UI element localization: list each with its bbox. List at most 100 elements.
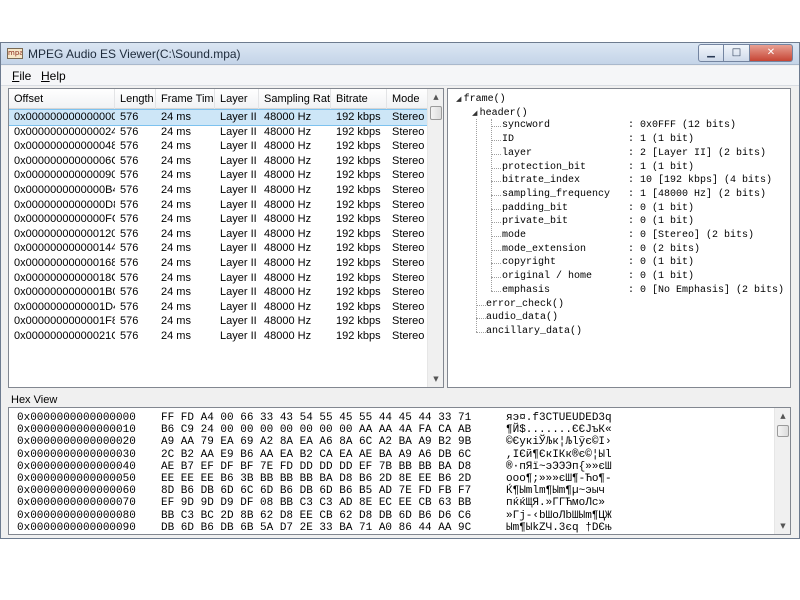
cell-length: 576 xyxy=(120,330,139,342)
tree-node-field[interactable]: ID: 1 (1 bit) xyxy=(502,133,694,147)
minimize-button[interactable]: ▁ xyxy=(698,44,724,62)
tree-node-ancillary-data[interactable]: ancillary_data() xyxy=(486,325,582,339)
frame-row[interactable]: 0x0000000000001680 576 24 ms Layer II 48000 … xyxy=(9,256,429,271)
frame-row[interactable]: 0x0000000000001B00 576 24 ms Layer II 48000 … xyxy=(9,285,429,300)
tree-field-value: : 1 (1 bit) xyxy=(628,134,695,146)
frame-row[interactable]: 0x0000000000001F80 576 24 ms Layer II 48000 … xyxy=(9,314,429,329)
frame-row[interactable]: 0x0000000000000480 576 24 ms Layer II 48000 … xyxy=(9,139,429,154)
tree-node-frame[interactable]: ◢ frame() xyxy=(456,92,506,106)
syntax-tree[interactable]: ◢ frame() ◢ header() syncword: 0x0FFF (12 … xyxy=(447,88,791,388)
tree-connector-line xyxy=(491,119,492,291)
frame-row[interactable]: 0x0000000000000D80 576 24 ms Layer II 48000 … xyxy=(9,198,429,213)
cell-mode: Stereo xyxy=(392,315,425,328)
tree-node-audio-data-label: audio_data() xyxy=(486,312,559,324)
cell-offset: 0x0000000000001200 xyxy=(14,227,115,240)
tree-node-field[interactable]: copyright: 0 (1 bit) xyxy=(502,256,694,270)
tree-connector xyxy=(491,126,501,128)
cell-layer: Layer II xyxy=(220,154,257,167)
cell-layer: Layer II xyxy=(220,257,257,269)
title-bar[interactable]: mpa MPEG Audio ES Viewer(C:\Sound.mpa) ▁… xyxy=(1,43,799,65)
tree-node-header[interactable]: ◢ header() xyxy=(472,106,528,120)
cell-frame-time: 24 ms xyxy=(161,257,191,269)
scroll-up-arrow-icon[interactable]: ▲ xyxy=(428,89,443,105)
frame-row[interactable]: 0x00000000000018C0 576 24 ms Layer II 48000 … xyxy=(9,271,429,286)
column-header-sampling-rate[interactable]: Sampling Rate xyxy=(259,89,331,109)
expand-toggle-icon[interactable]: ◢ xyxy=(456,95,464,103)
tree-connector xyxy=(491,208,501,210)
frame-list[interactable]: Offset Length Frame Time Layer Sampling Rate… xyxy=(8,88,444,388)
cell-sampling-rate: 48000 Hz xyxy=(264,198,312,211)
cell-offset: 0x0000000000001D40 xyxy=(14,300,115,313)
pane-splitter[interactable] xyxy=(1,389,799,392)
window-title: MPEG Audio ES Viewer(C:\Sound.mpa) xyxy=(28,47,241,61)
tree-connector xyxy=(476,318,486,320)
cell-mode: Stereo xyxy=(392,271,425,284)
menu-help[interactable]: Help xyxy=(41,69,66,83)
hex-scroll-down-arrow-icon[interactable]: ▼ xyxy=(775,518,790,534)
tree-field-value: : 0 (1 bit) xyxy=(628,202,695,214)
tree-node-field[interactable]: original / home: 0 (1 bit) xyxy=(502,270,694,284)
column-header-bitrate[interactable]: Bitrate xyxy=(331,89,387,109)
scroll-down-arrow-icon[interactable]: ▼ xyxy=(428,371,443,387)
column-header-offset[interactable]: Offset xyxy=(9,89,115,109)
frame-row[interactable]: 0x0000000000001440 576 24 ms Layer II 48000 … xyxy=(9,241,429,256)
cell-bitrate: 192 kbps xyxy=(336,242,381,255)
maximize-button[interactable]: □ xyxy=(724,44,750,62)
frame-list-scrollbar[interactable]: ▲ ▼ xyxy=(427,89,443,387)
frame-row[interactable]: 0x0000000000000000 576 24 ms Layer II 48000 … xyxy=(9,109,430,126)
frame-row[interactable]: 0x0000000000000B40 576 24 ms Layer II 48000 … xyxy=(9,183,429,198)
cell-frame-time: 24 ms xyxy=(161,330,191,342)
scroll-thumb[interactable] xyxy=(430,106,442,120)
cell-frame-time: 24 ms xyxy=(161,242,191,255)
tree-node-field[interactable]: emphasis: 0 [No Emphasis] (2 bits) xyxy=(502,284,784,298)
cell-offset: 0x0000000000001440 xyxy=(14,242,115,255)
tree-node-field[interactable]: private_bit: 0 (1 bit) xyxy=(502,215,694,229)
frame-row[interactable]: 0x0000000000000900 576 24 ms Layer II 48000 … xyxy=(9,168,429,183)
frame-row[interactable]: 0x00000000000006C0 576 24 ms Layer II 48000 … xyxy=(9,154,429,169)
cell-offset: 0x0000000000000FC0 xyxy=(14,213,115,226)
tree-node-field[interactable]: protection_bit: 1 (1 bit) xyxy=(502,161,694,175)
tree-node-field[interactable]: syncword: 0x0FFF (12 bits) xyxy=(502,119,736,133)
hex-view-scrollbar[interactable]: ▲ ▼ xyxy=(774,408,790,534)
tree-node-field[interactable]: sampling_frequency: 1 [48000 Hz] (2 bits… xyxy=(502,188,766,202)
column-header-frame-time[interactable]: Frame Time xyxy=(156,89,215,109)
menu-help-accel: H xyxy=(41,69,50,83)
column-header-mode[interactable]: Mode xyxy=(387,89,429,109)
tree-node-field[interactable]: layer: 2 [Layer II] (2 bits) xyxy=(502,147,766,161)
frame-row[interactable]: 0x0000000000000FC0 576 24 ms Layer II 48000 … xyxy=(9,212,429,227)
frame-row[interactable]: 0x0000000000001D40 576 24 ms Layer II 48000 … xyxy=(9,300,429,315)
tree-node-field[interactable]: padding_bit: 0 (1 bit) xyxy=(502,202,694,216)
frame-list-header: Offset Length Frame Time Layer Sampling Rate… xyxy=(9,89,429,109)
tree-connector xyxy=(491,140,501,142)
tree-node-audio-data[interactable]: audio_data() xyxy=(486,311,558,325)
tree-node-field[interactable]: mode_extension: 0 (2 bits) xyxy=(502,243,700,257)
tree-node-field[interactable]: mode: 0 [Stereo] (2 bits) xyxy=(502,229,754,243)
tree-node-error-check[interactable]: error_check() xyxy=(486,298,564,312)
hex-scroll-thumb[interactable] xyxy=(777,425,789,437)
cell-mode: Stereo xyxy=(392,286,425,299)
expand-toggle-icon[interactable]: ◢ xyxy=(472,109,480,117)
cell-sampling-rate: 48000 Hz xyxy=(264,154,312,167)
cell-sampling-rate: 48000 Hz xyxy=(264,286,312,299)
tree-node-field-label: protection_bit xyxy=(502,161,587,173)
column-header-length[interactable]: Length xyxy=(115,89,156,109)
frame-row[interactable]: 0x0000000000001200 576 24 ms Layer II 48000 … xyxy=(9,227,429,242)
cell-offset: 0x0000000000001680 xyxy=(14,257,115,269)
cell-bitrate: 192 kbps xyxy=(336,286,381,299)
cell-sampling-rate: 48000 Hz xyxy=(264,300,312,313)
cell-mode: Stereo xyxy=(392,184,425,196)
cell-frame-time: 24 ms xyxy=(161,111,191,123)
cell-offset: 0x0000000000000240 xyxy=(14,125,115,138)
column-header-layer[interactable]: Layer xyxy=(215,89,259,109)
tree-node-field[interactable]: bitrate_index: 10 [192 kbps] (4 bits) xyxy=(502,174,772,188)
tree-node-ancillary-data-label: ancillary_data() xyxy=(486,325,583,337)
hex-view[interactable]: ▲ ▼ 0x0000000000000000 FF FD A4 00 66 33 … xyxy=(8,407,791,535)
cell-length: 576 xyxy=(120,111,139,123)
frame-row[interactable]: 0x00000000000021C0 576 24 ms Layer II 48000 … xyxy=(9,329,429,344)
menu-file[interactable]: File xyxy=(12,69,31,83)
close-button[interactable]: ✕ xyxy=(750,44,793,62)
hex-scroll-up-arrow-icon[interactable]: ▲ xyxy=(775,408,790,424)
tree-connector xyxy=(491,277,501,279)
frame-row[interactable]: 0x0000000000000240 576 24 ms Layer II 48000 … xyxy=(9,125,429,140)
cell-layer: Layer II xyxy=(220,140,257,153)
